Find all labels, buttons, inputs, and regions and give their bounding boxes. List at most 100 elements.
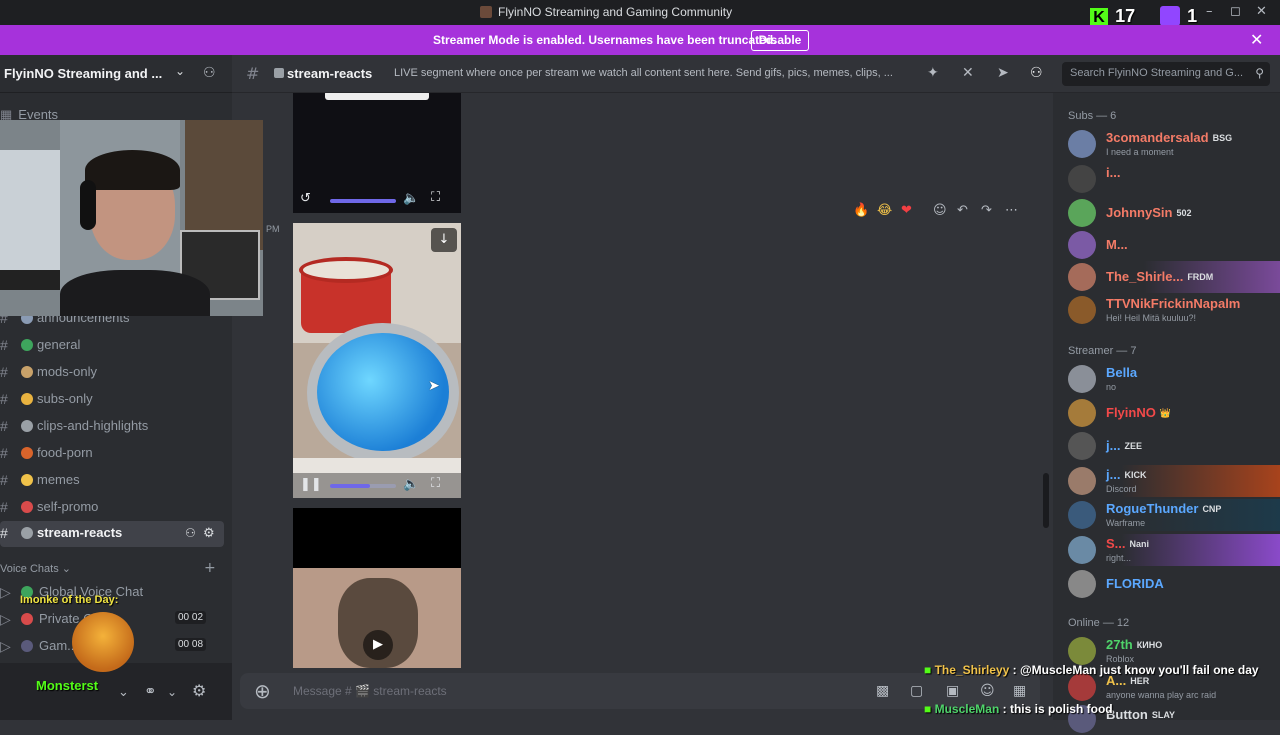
server-header[interactable]: FlyinNO Streaming and ... ⌄ ⚇	[0, 55, 232, 93]
volume-icon[interactable]: 🔈	[403, 191, 419, 206]
forward-icon[interactable]: ↷	[981, 203, 992, 218]
speaker-icon: ▷	[0, 584, 11, 600]
member-item[interactable]: Bella no	[1053, 363, 1280, 395]
avatar	[1068, 231, 1096, 259]
hash-icon: #	[0, 472, 8, 488]
video-attachment-3[interactable]: ▶	[293, 508, 461, 668]
channel-emoji-icon	[21, 447, 33, 459]
download-icon[interactable]: ↓	[431, 228, 457, 252]
member-status: I need a moment	[1106, 147, 1174, 157]
reaction-fire[interactable]: 🔥	[853, 203, 869, 218]
notification-bell-muted-icon[interactable]: ✕	[962, 65, 974, 81]
create-channel-plus-icon[interactable]: +	[204, 560, 216, 576]
minimize-icon[interactable]: –	[1206, 4, 1213, 19]
crown-icon: 👑	[1159, 408, 1172, 418]
channel-subs-only[interactable]: # subs-only	[0, 387, 224, 411]
member-list-icon[interactable]: ⚇	[1030, 65, 1043, 81]
member-tag: KICK	[1124, 470, 1147, 480]
hash-icon: #	[0, 364, 8, 380]
channel-clips-and-highlights[interactable]: # clips-and-highlights	[0, 414, 224, 438]
chat-message: ■ The_Shirleyy : @MuscleMan just know yo…	[924, 662, 1276, 678]
more-options-icon[interactable]: ⋯	[1005, 203, 1018, 218]
play-icon[interactable]: ▶	[363, 630, 393, 660]
avatar	[1068, 399, 1096, 427]
member-group-subs: Subs — 6	[1068, 110, 1117, 122]
kick-count: 17	[1115, 6, 1136, 26]
member-item[interactable]: M...	[1053, 229, 1280, 261]
monke-mascot-icon	[72, 612, 134, 672]
mouse-cursor-icon: ➤	[428, 378, 440, 394]
avatar	[1068, 165, 1096, 193]
channel-self-promo[interactable]: # self-promo	[0, 495, 224, 519]
member-name: j... KICK	[1106, 467, 1147, 482]
member-name: The_Shirle... FRDM	[1106, 269, 1214, 284]
member-name: i...	[1106, 165, 1121, 180]
member-item[interactable]: FLORIDA	[1053, 568, 1280, 600]
chat-separator: :	[999, 702, 1007, 716]
gift-icon[interactable]: ▩	[876, 683, 889, 699]
scrollbar-thumb[interactable]	[1043, 473, 1049, 528]
video-progress-bar[interactable]	[330, 199, 396, 203]
channel-stream-reacts[interactable]: # stream-reacts ⚇ ⚙	[0, 521, 224, 547]
video-attachment-2[interactable]: ↓ ❚❚ 🔈 ⛶	[293, 223, 461, 498]
channel-topic[interactable]: LIVE segment where once per stream we wa…	[394, 67, 914, 79]
member-item[interactable]: RogueThunder CNP Warframe	[1053, 499, 1280, 531]
kick-badge-icon: ■	[924, 702, 932, 716]
fullscreen-icon[interactable]: ⛶	[431, 476, 440, 491]
member-tag: FRDM	[1187, 272, 1214, 282]
add-member-icon[interactable]: ⚇	[203, 65, 216, 81]
hash-icon: #	[0, 499, 8, 515]
replay-icon[interactable]: ↺	[300, 191, 311, 206]
voice-category[interactable]: Voice Chats ⌄	[0, 562, 71, 575]
channel-mods-only[interactable]: # mods-only	[0, 360, 224, 384]
member-item[interactable]: j... ZEE	[1053, 430, 1280, 462]
hash-icon: #	[0, 525, 8, 541]
user-settings-gear-icon[interactable]: ⚙	[192, 681, 206, 700]
member-group-streamer: Streamer — 7	[1068, 345, 1137, 357]
video-attachment-1[interactable]: ↺ 🔈 ⛶	[293, 93, 461, 213]
member-item[interactable]: TTVNikFrickinNapalm Hei! Heil Mitä kuulu…	[1053, 294, 1280, 326]
member-item[interactable]: JohnnySin 502	[1053, 197, 1280, 229]
member-name: JohnnySin 502	[1106, 205, 1192, 220]
pin-icon[interactable]: ➤	[997, 65, 1009, 81]
threads-icon[interactable]: ✦	[927, 65, 939, 81]
member-item[interactable]: FlyinNO 👑	[1053, 397, 1280, 429]
channel-memes[interactable]: # memes	[0, 468, 224, 492]
monke-label: Imonke of the Day:	[20, 594, 119, 606]
pause-icon[interactable]: ❚❚	[300, 477, 322, 492]
volume-icon[interactable]: 🔈	[403, 477, 419, 492]
add-reaction-icon[interactable]: ☺	[933, 203, 947, 218]
maximize-icon[interactable]: ◻	[1230, 4, 1241, 19]
search-input[interactable]: Search FlyinNO Streaming and G... ⚲	[1062, 62, 1270, 86]
member-name: FlyinNO 👑	[1106, 405, 1172, 420]
close-window-icon[interactable]: ✕	[1256, 4, 1267, 19]
video-progress-bar[interactable]	[330, 484, 396, 488]
upload-plus-icon[interactable]: ⊕	[254, 679, 271, 703]
reply-icon[interactable]: ↶	[957, 203, 968, 218]
member-item[interactable]: i...	[1053, 163, 1280, 195]
channel-emoji-icon	[21, 366, 33, 378]
reaction-laugh[interactable]: 😂	[877, 203, 892, 218]
channel-food-porn[interactable]: # food-porn	[0, 441, 224, 465]
reaction-heart[interactable]: ❤	[901, 203, 912, 218]
avatar	[1068, 365, 1096, 393]
invite-icon[interactable]: ⚇	[185, 526, 196, 540]
close-icon[interactable]: ✕	[1250, 30, 1263, 49]
member-item[interactable]: The_Shirle... FRDM	[1053, 261, 1280, 293]
channel-label: subs-only	[37, 391, 93, 406]
disable-streamer-mode-button[interactable]: Disable	[751, 30, 809, 51]
twitch-viewer-counter: 1	[1160, 6, 1197, 27]
avatar	[1068, 570, 1096, 598]
fullscreen-icon[interactable]: ⛶	[431, 190, 440, 205]
gear-icon[interactable]: ⚙	[203, 525, 215, 541]
headphones-icon[interactable]: ⚭	[144, 682, 157, 700]
member-item[interactable]: 3comandersalad BSG I need a moment	[1053, 128, 1280, 160]
member-name: TTVNikFrickinNapalm	[1106, 296, 1241, 311]
chevron-down-icon[interactable]: ⌄	[167, 685, 177, 699]
member-status: right...	[1106, 553, 1132, 563]
member-item[interactable]: j... KICK Discord	[1053, 465, 1280, 497]
channel-general[interactable]: # general	[0, 333, 224, 357]
member-item[interactable]: S... Nani right...	[1053, 534, 1280, 566]
user-count-badge: 00 08	[175, 638, 207, 651]
channel-label: stream-reacts	[37, 525, 123, 540]
